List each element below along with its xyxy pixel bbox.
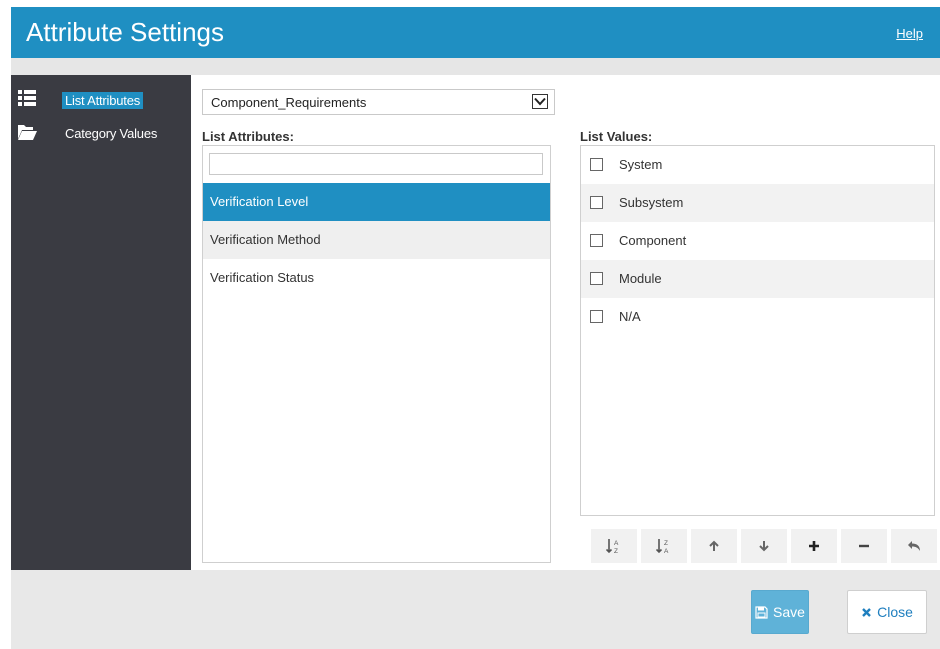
close-button[interactable]: Close	[847, 590, 927, 634]
main-panel: Component_Requirements List Attributes: …	[191, 75, 940, 570]
sort-ascending-button[interactable]: A Z	[591, 529, 637, 563]
sidebar-item-list-attributes[interactable]: List Attributes	[11, 89, 191, 111]
sidebar-item-category-values[interactable]: Category Values	[11, 122, 191, 144]
value-item-label: N/A	[619, 309, 641, 324]
svg-text:A: A	[664, 548, 669, 554]
value-checkbox[interactable]	[590, 196, 603, 209]
arrow-down-icon	[759, 541, 769, 552]
value-item: N/A	[581, 298, 934, 336]
save-button-label: Save	[773, 604, 805, 620]
value-checkbox[interactable]	[590, 158, 603, 171]
value-checkbox[interactable]	[590, 234, 603, 247]
svg-text:Z: Z	[664, 540, 668, 547]
sidebar-item-label: List Attributes	[62, 92, 144, 109]
minus-icon	[859, 544, 869, 548]
plus-icon	[809, 541, 819, 551]
footer: Save Close	[11, 570, 940, 649]
attributes-list: Verification Level Verification Method V…	[202, 145, 551, 563]
sort-descending-icon: Z A	[656, 539, 669, 554]
chevron-down-icon	[532, 94, 548, 109]
value-item: Module	[581, 260, 934, 298]
close-icon	[862, 607, 871, 617]
save-button[interactable]: Save	[751, 590, 809, 634]
svg-text:A: A	[614, 540, 619, 547]
sidebar-item-label: Category Values	[65, 126, 158, 141]
list-icon	[18, 90, 36, 106]
value-item: Component	[581, 222, 934, 260]
value-item-label: Component	[619, 233, 687, 248]
attribute-item[interactable]: Verification Method	[203, 221, 550, 259]
remove-value-button[interactable]	[841, 529, 887, 563]
move-down-button[interactable]	[741, 529, 787, 563]
attribute-item[interactable]: Verification Status	[203, 259, 550, 297]
help-link[interactable]: Help	[896, 26, 923, 41]
attribute-item-label: Verification Level	[210, 194, 309, 209]
category-select-value: Component_Requirements	[211, 95, 367, 110]
category-select[interactable]: Component_Requirements	[202, 89, 555, 115]
folder-open-icon	[18, 125, 37, 140]
value-item: System	[581, 146, 934, 184]
value-checkbox[interactable]	[590, 272, 603, 285]
attribute-item-label: Verification Status	[210, 270, 315, 285]
value-item-label: Subsystem	[619, 195, 684, 210]
sort-descending-button[interactable]: Z A	[641, 529, 687, 563]
page-title: Attribute Settings	[26, 17, 224, 47]
list-attributes-heading: List Attributes:	[202, 129, 294, 144]
sort-ascending-icon: A Z	[606, 539, 619, 554]
svg-text:Z: Z	[614, 548, 618, 554]
value-item: Subsystem	[581, 184, 934, 222]
arrow-up-icon	[709, 540, 719, 551]
attribute-item[interactable]: Verification Level	[203, 183, 550, 221]
attribute-filter-input[interactable]	[209, 153, 543, 175]
close-button-label: Close	[877, 604, 913, 620]
title-bar: Attribute Settings Help	[11, 7, 940, 58]
sidebar: List Attributes Category Values	[11, 75, 191, 570]
undo-button[interactable]	[891, 529, 937, 563]
value-checkbox[interactable]	[590, 310, 603, 323]
value-item-label: Module	[619, 271, 662, 286]
header-divider	[11, 58, 940, 75]
floppy-disk-icon	[755, 605, 768, 619]
attribute-item-label: Verification Method	[210, 232, 321, 247]
value-item-label: System	[619, 157, 663, 172]
values-list: System Subsystem Component Module N/A	[580, 145, 935, 516]
add-value-button[interactable]	[791, 529, 837, 563]
undo-icon	[908, 541, 920, 551]
move-up-button[interactable]	[691, 529, 737, 563]
list-values-heading: List Values:	[580, 129, 653, 144]
